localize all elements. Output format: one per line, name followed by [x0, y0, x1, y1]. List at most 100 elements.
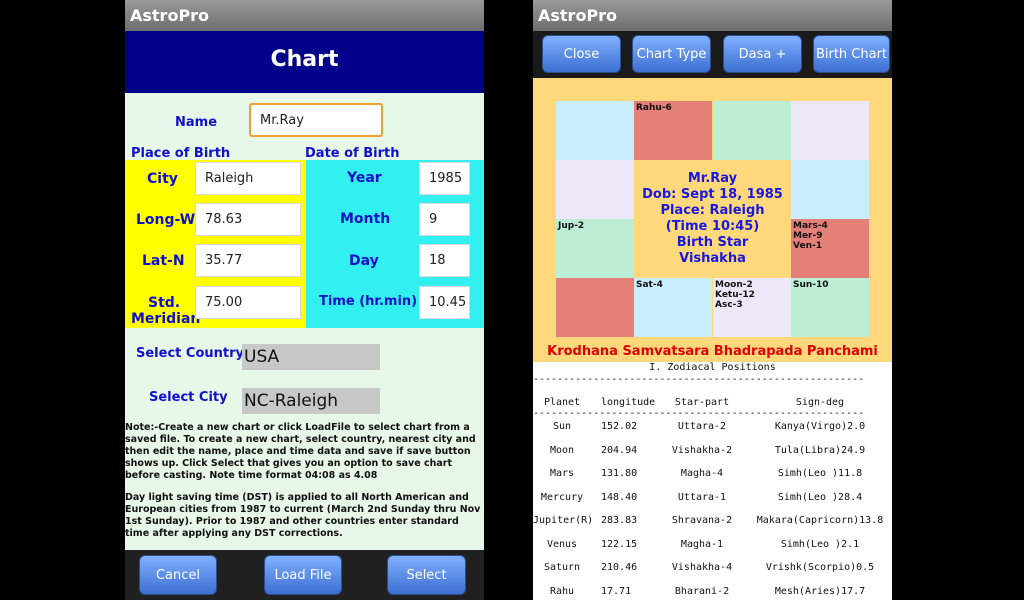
- app-title-bar: AstroPro: [125, 0, 484, 31]
- mars-position: Mars-4: [793, 221, 828, 231]
- rasi-chart: Rahu-6 Jup-2 Mars-4 Mer-9 Ven-1 Sat-4 Mo…: [533, 78, 892, 362]
- select-city-label: Select City: [149, 390, 228, 405]
- chart-cell-leo: Mars-4 Mer-9 Ven-1: [791, 219, 869, 278]
- chart-cell-pisces: [556, 101, 634, 160]
- city-select[interactable]: NC-Raleigh: [242, 388, 380, 414]
- sign-deg-cell: Simh(Leo )28.4: [777, 492, 863, 503]
- dst-note-text: Day light saving time (DST) is applied t…: [125, 492, 481, 539]
- star-part-cell: Magha-4: [680, 468, 724, 479]
- table-row: Rahu 17.71 Bharani-2 Mesh(Aries)17.7: [533, 586, 892, 600]
- chart-cell-aries: Rahu-6: [634, 101, 712, 160]
- chart-cell-aquarius: [556, 160, 634, 219]
- chart-type-button[interactable]: Chart Type: [632, 35, 711, 73]
- rahu-position: Rahu-6: [636, 103, 672, 113]
- country-select[interactable]: USA: [242, 344, 380, 370]
- planet-cell: Saturn: [543, 562, 581, 573]
- bottom-button-bar: Cancel Load File Select: [125, 550, 484, 600]
- chart-cell-sagittarius: [556, 278, 634, 337]
- sign-deg-cell: Kanya(Virgo)2.0: [774, 421, 866, 432]
- planet-cell: Sun: [552, 421, 572, 432]
- select-button[interactable]: Select: [387, 555, 466, 595]
- name-field[interactable]: Mr.Ray: [249, 103, 383, 137]
- time-label: Time (hr.min): [319, 294, 418, 309]
- star-part-cell: Bharani-2: [674, 586, 730, 597]
- name-label: Name: [175, 115, 218, 130]
- sign-deg-cell: Simh(Leo )11.8: [777, 468, 863, 479]
- table-row: Jupiter(R) 283.83 Shravana-2 Makara(Capr…: [533, 515, 892, 535]
- date-of-birth-label: Date of Birth: [305, 146, 400, 161]
- chart-cell-taurus: [713, 101, 791, 160]
- planet-cell: Rahu: [549, 586, 575, 597]
- dasa-button[interactable]: Dasa +: [723, 35, 802, 73]
- star-part-cell: Uttara-2: [677, 421, 727, 432]
- dash-separator-1: ----------------------------------------…: [533, 374, 865, 385]
- city-field[interactable]: Raleigh: [195, 162, 301, 195]
- table-row: Venus 122.15 Magha-1 Simh(Leo )2.1: [533, 539, 892, 559]
- birth-star-label: Birth Star: [676, 234, 749, 250]
- birth-star-value: Vishakha: [679, 250, 746, 266]
- ketu-position: Ketu-12: [715, 290, 755, 300]
- longitude-field[interactable]: 78.63: [195, 203, 301, 236]
- table-row: Moon 204.94 Vishakha-2 Tula(Libra)24.9: [533, 445, 892, 465]
- col-header-planet: Planet: [543, 397, 581, 408]
- time-field[interactable]: 10.45: [419, 286, 470, 319]
- select-country-label: Select Country: [136, 346, 244, 361]
- longitude-cell: 122.15: [601, 539, 638, 550]
- cancel-button[interactable]: Cancel: [139, 555, 217, 595]
- load-file-button[interactable]: Load File: [264, 555, 342, 595]
- venus-position: Ven-1: [793, 241, 822, 251]
- longitude-cell: 210.46: [601, 562, 638, 573]
- year-field[interactable]: 1985: [419, 162, 470, 195]
- star-part-cell: Vishakha-2: [671, 445, 733, 456]
- star-part-cell: Uttara-1: [677, 492, 727, 503]
- sign-deg-cell: Simh(Leo )2.1: [780, 539, 860, 550]
- app-title-bar: AstroPro: [533, 0, 892, 31]
- chart-input-screen: AstroPro Chart Name Mr.Ray Place of Birt…: [125, 0, 484, 600]
- table-row: Mercury 148.40 Uttara-1 Simh(Leo )28.4: [533, 492, 892, 512]
- longitude-cell: 152.02: [601, 421, 638, 432]
- star-part-cell: Magha-1: [680, 539, 724, 550]
- std-meridian-field[interactable]: 75.00: [195, 286, 301, 319]
- city-label: City: [147, 171, 178, 187]
- month-field[interactable]: 9: [419, 203, 470, 236]
- longitude-cell: 17.71: [601, 586, 632, 597]
- note-text: Note:-Create a new chart or click LoadFi…: [125, 422, 476, 481]
- top-button-bar: Close Chart Type Dasa + Birth Chart: [533, 31, 892, 78]
- mercury-position: Mer-9: [793, 231, 823, 241]
- longitude-label: Long-W: [136, 212, 196, 228]
- birth-chart-screen: AstroPro Close Chart Type Dasa + Birth C…: [533, 0, 892, 600]
- chart-cell-libra: Moon-2 Ketu-12 Asc-3: [713, 278, 791, 337]
- star-part-cell: Vishakha-4: [671, 562, 733, 573]
- samvatsara-line: Krodhana Samvatsara Bhadrapada Panchami: [547, 344, 878, 359]
- latitude-label: Lat-N: [142, 253, 185, 269]
- zodiac-positions-title: I. Zodiacal Positions: [649, 362, 776, 373]
- day-field[interactable]: 18: [419, 244, 470, 277]
- star-part-cell: Shravana-2: [671, 515, 733, 526]
- longitude-cell: 283.83: [601, 515, 638, 526]
- chart-place: Place: Raleigh: [660, 202, 765, 218]
- col-header-star-part: Star-part: [674, 397, 730, 408]
- close-button[interactable]: Close: [542, 35, 621, 73]
- chart-cell-capricorn: Jup-2: [556, 219, 634, 278]
- longitude-cell: 131.80: [601, 468, 638, 479]
- longitude-cell: 204.94: [601, 445, 638, 456]
- table-row: Mars 131.80 Magha-4 Simh(Leo )11.8: [533, 468, 892, 488]
- col-header-longitude: longitude: [601, 397, 656, 408]
- longitude-cell: 148.40: [601, 492, 638, 503]
- sign-deg-cell: Tula(Libra)24.9: [774, 445, 866, 456]
- sign-deg-cell: Makara(Capricorn)13.8: [756, 515, 884, 526]
- sign-deg-cell: Vrishk(Scorpio)0.5: [765, 562, 875, 573]
- chart-time: (Time 10:45): [665, 218, 760, 234]
- sign-deg-cell: Mesh(Aries)17.7: [774, 586, 866, 597]
- day-label: Day: [349, 253, 379, 269]
- place-of-birth-label: Place of Birth: [131, 146, 231, 161]
- std-meridian-label-1: Std.: [148, 295, 181, 311]
- chart-cell-scorpio: Sat-4: [634, 278, 712, 337]
- year-label: Year: [347, 170, 382, 186]
- sun-position: Sun-10: [793, 280, 829, 290]
- table-row: Saturn 210.46 Vishakha-4 Vrishk(Scorpio)…: [533, 562, 892, 582]
- latitude-field[interactable]: 35.77: [195, 244, 301, 277]
- birth-chart-button[interactable]: Birth Chart: [813, 35, 890, 73]
- std-meridian-label-2: Meridian: [131, 311, 201, 327]
- chart-cell-gemini: [791, 101, 869, 160]
